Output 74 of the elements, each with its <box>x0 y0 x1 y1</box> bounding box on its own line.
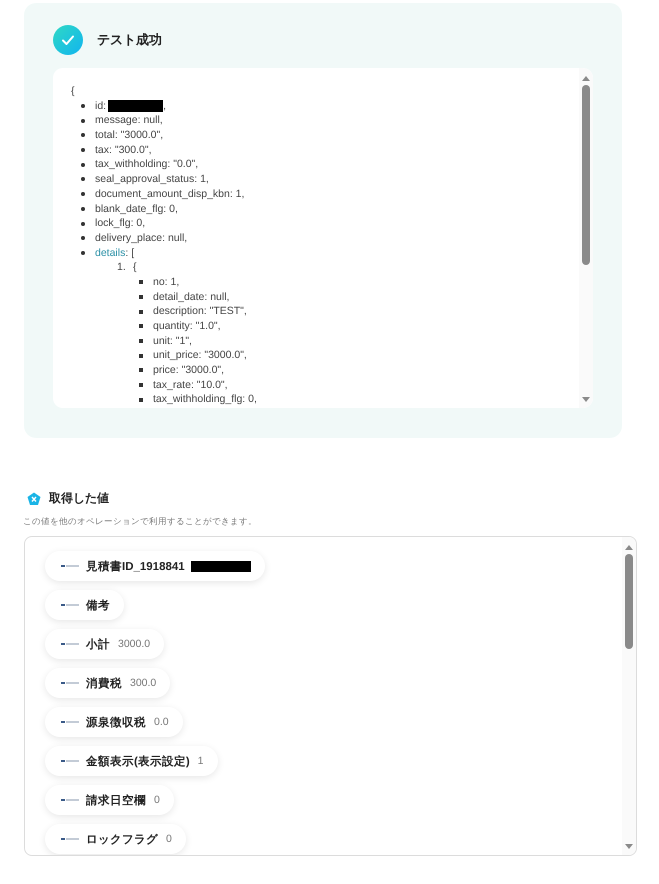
logo-icon <box>61 641 79 647</box>
code-line: detail_date: null, <box>153 290 230 304</box>
logo-icon <box>61 758 79 764</box>
value-chip[interactable]: 源泉徴収税 0.0 <box>45 707 183 737</box>
value-chip[interactable]: 備考 <box>45 590 124 620</box>
logo-icon <box>61 602 79 608</box>
value-chip[interactable]: 金額表示(表示設定) 1 <box>45 746 218 776</box>
section-description: この値を他のオペレーションで利用することができます。 <box>23 516 258 528</box>
code-line: , <box>163 98 166 114</box>
logo-icon <box>61 719 79 725</box>
bullet-icon <box>81 104 85 108</box>
code-line: { <box>71 84 76 99</box>
bullet-icon <box>139 339 143 344</box>
code-line: total: "3000.0", <box>95 128 164 143</box>
pentagon-icon <box>27 492 41 506</box>
code-line: seal_approval_status: 1, <box>95 172 209 187</box>
down-arrow-icon <box>581 396 591 404</box>
value-chip[interactable]: 小計 3000.0 <box>45 629 164 659</box>
code-line: description: "TEST", <box>153 304 247 320</box>
bullet-icon <box>139 398 143 402</box>
scrollbar[interactable] <box>579 68 593 408</box>
check-icon <box>53 25 83 55</box>
code-line: tax: "300.0", <box>95 142 152 158</box>
scrollbar[interactable] <box>622 537 636 855</box>
link[interactable]: details <box>95 246 126 259</box>
code-line: lock_flg: 0, <box>95 216 146 231</box>
bullet-icon <box>81 133 85 138</box>
value-chip[interactable]: 請求日空欄 0 <box>45 785 174 815</box>
code-line: details: [ <box>95 246 134 260</box>
bullet-icon <box>81 177 85 182</box>
code-line: id: <box>95 98 106 114</box>
code-line: tax_rate: "10.0", <box>153 378 228 392</box>
bullet-icon <box>139 383 143 388</box>
bullet-icon <box>139 368 143 372</box>
down-arrow-icon <box>624 843 634 851</box>
code-line: delivery_place: null, <box>95 230 188 246</box>
code-line: price: "3000.0", <box>153 363 224 378</box>
code-line: tax_withholding_flg: 0, <box>153 392 257 408</box>
value-chip[interactable]: ロックフラグ 0 <box>45 824 186 854</box>
code-line: message: null, <box>95 113 163 128</box>
bullet-icon <box>81 236 85 240</box>
logo-icon <box>61 563 79 569</box>
code-line: { <box>133 260 137 275</box>
code-line: unit_price: "3000.0", <box>153 348 247 364</box>
scrollbar-thumb[interactable] <box>582 85 590 266</box>
bullet-icon <box>81 162 85 167</box>
code-line: no: 1, <box>153 274 180 290</box>
code-line: unit: "1", <box>153 334 192 348</box>
bullet-icon <box>81 118 85 123</box>
bullet-icon <box>139 354 143 358</box>
bullet-icon <box>81 148 85 152</box>
bullet-icon <box>81 192 85 196</box>
list-number: 1. <box>117 260 126 275</box>
logo-icon <box>61 680 79 686</box>
bullet-icon <box>139 280 143 284</box>
code-line: quantity: "1.0", <box>153 319 221 334</box>
bullet-icon <box>81 206 85 211</box>
bullet-icon <box>81 222 85 226</box>
up-arrow-icon <box>581 74 591 82</box>
up-arrow-icon <box>624 543 634 551</box>
value-chip[interactable]: 見積書ID_1918841 <box>45 551 265 581</box>
bullet-icon <box>139 324 143 328</box>
code-line: blank_date_flg: 0, <box>95 202 178 216</box>
value-chip[interactable]: 消費税 300.0 <box>45 668 170 698</box>
bullet-icon <box>81 250 85 255</box>
bullet-icon <box>139 294 143 299</box>
section-title: 取得した値 <box>49 490 109 507</box>
logo-icon <box>61 797 79 803</box>
logo-icon <box>61 836 79 842</box>
code-line: document_amount_disp_kbn: 1, <box>95 186 244 202</box>
status-title: テスト成功 <box>97 31 162 49</box>
code-line: tax_withholding: "0.0", <box>95 157 198 172</box>
bullet-icon <box>139 310 143 314</box>
scrollbar-thumb[interactable] <box>625 554 633 650</box>
